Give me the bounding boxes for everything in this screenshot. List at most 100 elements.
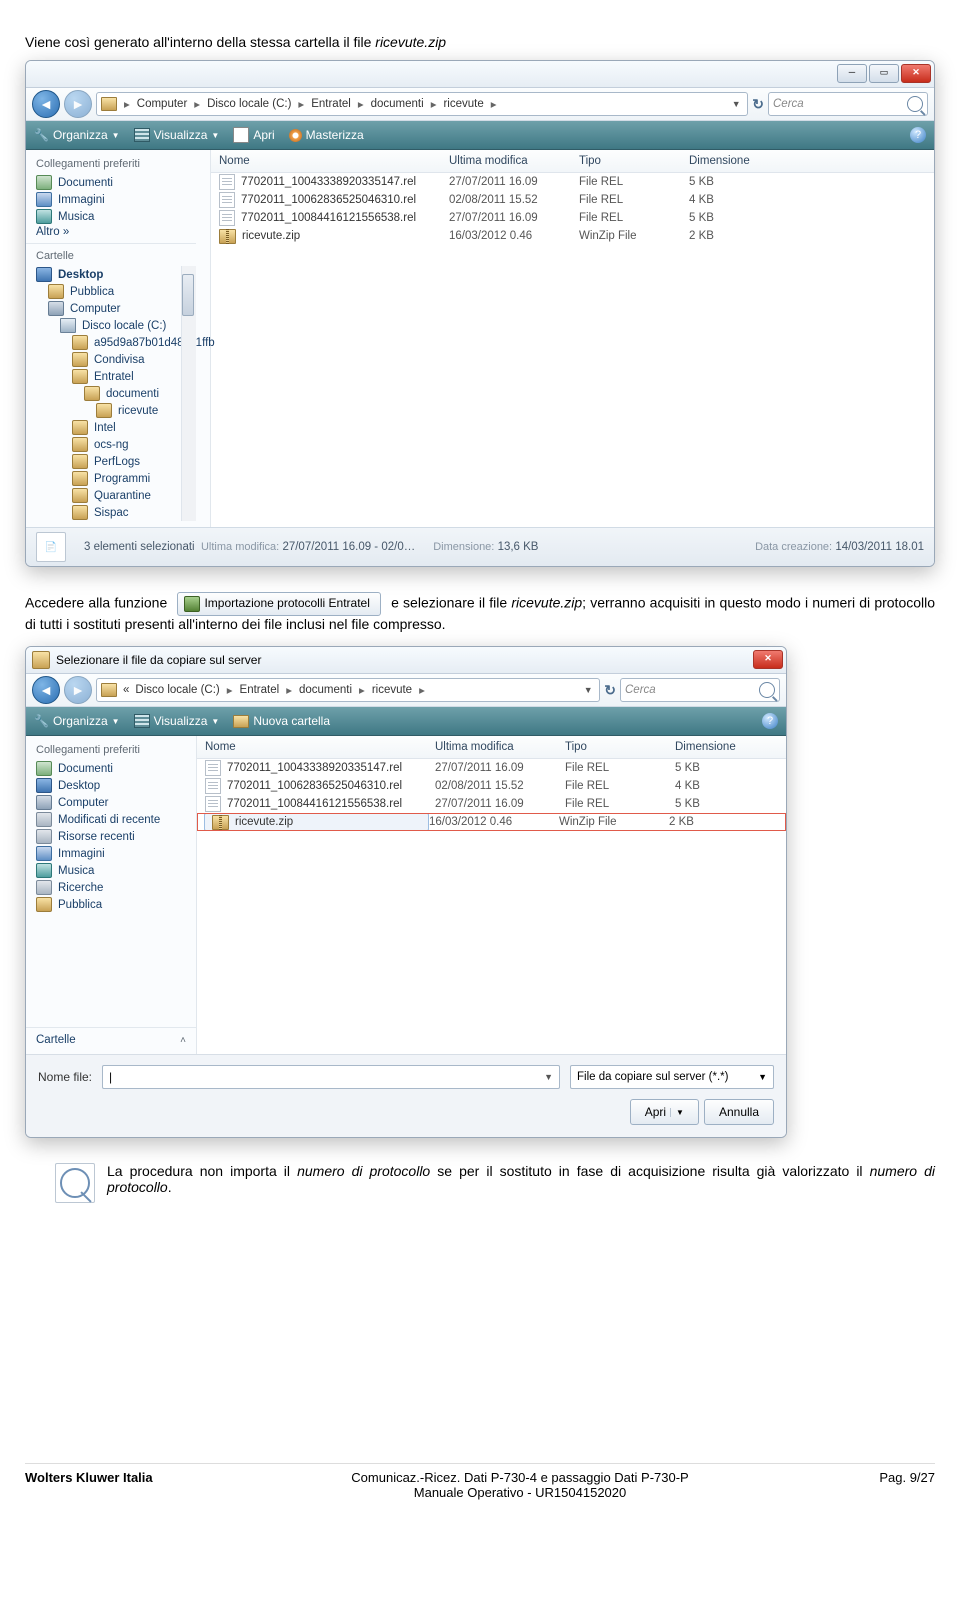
search-box[interactable]: Cerca	[768, 92, 928, 116]
search-placeholder: Cerca	[625, 684, 656, 696]
col-name[interactable]: Nome	[197, 741, 435, 753]
computer-icon	[36, 795, 52, 810]
organize-menu[interactable]: 🔧Organizza▼	[34, 714, 120, 728]
file-row[interactable]: 7702011_10062836525046310.rel02/08/2011 …	[211, 191, 934, 209]
crumb[interactable]: Entratel	[240, 684, 280, 696]
fav-music[interactable]: Musica	[26, 862, 196, 879]
col-type[interactable]: Tipo	[579, 155, 689, 167]
col-size[interactable]: Dimensione	[675, 741, 786, 753]
burn-button[interactable]: Masterizza	[289, 128, 364, 142]
crumb[interactable]: ricevute	[443, 98, 483, 110]
open-button[interactable]: Apri▼	[630, 1099, 699, 1125]
fav-images[interactable]: Immagini	[26, 845, 196, 862]
tree-folder[interactable]: documenti	[26, 385, 196, 402]
views-menu[interactable]: Visualizza▼	[134, 714, 220, 728]
file-row[interactable]: ricevute.zip16/03/2012 0.46WinZip File2 …	[211, 227, 934, 245]
fav-recent-mod[interactable]: Modificati di recente	[26, 811, 196, 828]
help-button[interactable]: ?	[762, 713, 778, 729]
refresh-button[interactable]: ↻	[752, 96, 764, 113]
open-button[interactable]: Apri	[233, 127, 274, 143]
crumb[interactable]: Entratel	[311, 98, 351, 110]
sidebar: Collegamenti preferiti Documenti Desktop…	[26, 736, 197, 1054]
tree-folder[interactable]: Quarantine	[26, 487, 196, 504]
tree-folder[interactable]: Programmi	[26, 470, 196, 487]
tree-folder[interactable]: a95d9a87b01d481c1ffb	[26, 334, 196, 351]
breadcrumb[interactable]: ▸ Computer▸ Disco locale (C:)▸ Entratel▸…	[96, 92, 748, 116]
organize-menu[interactable]: 🔧Organizza▼	[34, 128, 120, 142]
column-headers[interactable]: Nome Ultima modifica Tipo Dimensione	[211, 150, 934, 173]
filetype-select[interactable]: File da copiare sul server (*.*)▼	[570, 1065, 774, 1089]
crumb[interactable]: ricevute	[372, 684, 412, 696]
fav-documents[interactable]: Documenti	[26, 174, 196, 191]
fav-search[interactable]: Ricerche	[26, 879, 196, 896]
sidebar-scrollbar[interactable]	[181, 266, 196, 521]
crumb[interactable]: Computer	[137, 98, 188, 110]
footer-page: Pag. 9/27	[815, 1470, 935, 1500]
recent-icon	[36, 812, 52, 827]
titlebar: ─ ▭ ✕	[26, 61, 934, 88]
folders-collapse[interactable]: Cartelle˄	[26, 1032, 196, 1048]
views-menu[interactable]: Visualizza▼	[134, 128, 220, 142]
file-row[interactable]: 7702011_10062836525046310.rel02/08/2011 …	[197, 777, 786, 795]
tree-computer[interactable]: Computer	[26, 300, 196, 317]
col-date[interactable]: Ultima modifica	[435, 741, 565, 753]
tree-folder[interactable]: ocs-ng	[26, 436, 196, 453]
close-button[interactable]: ✕	[901, 64, 931, 83]
tree-folder[interactable]: Sispac	[26, 504, 196, 521]
crumb[interactable]: Disco locale (C:)	[207, 98, 291, 110]
tree-folder[interactable]: ricevute	[26, 402, 196, 419]
refresh-button[interactable]: ↻	[604, 682, 616, 699]
tree-folder[interactable]: Entratel	[26, 368, 196, 385]
fav-recent-res[interactable]: Risorse recenti	[26, 828, 196, 845]
tree-desktop[interactable]: Desktop	[26, 266, 196, 283]
back-button[interactable]: ◄	[32, 676, 60, 704]
filename-label: Nome file:	[38, 1070, 92, 1084]
images-icon	[36, 846, 52, 861]
col-date[interactable]: Ultima modifica	[449, 155, 579, 167]
forward-button[interactable]: ►	[64, 676, 92, 704]
note: La procedura non importa il numero di pr…	[55, 1163, 935, 1203]
recent-icon	[36, 829, 52, 844]
views-icon	[134, 714, 150, 728]
cancel-button[interactable]: Annulla	[704, 1099, 774, 1125]
fav-images[interactable]: Immagini	[26, 191, 196, 208]
tree-folder[interactable]: Condivisa	[26, 351, 196, 368]
file-row[interactable]: 7702011_10043338920335147.rel27/07/2011 …	[197, 759, 786, 777]
file-row[interactable]: 7702011_10084416121556538.rel27/07/2011 …	[197, 795, 786, 813]
tree-disk[interactable]: Disco locale (C:)	[26, 317, 196, 334]
col-name[interactable]: Nome	[211, 155, 449, 167]
navbar: ◄ ► ▸ Computer▸ Disco locale (C:)▸ Entra…	[26, 88, 934, 121]
column-headers[interactable]: Nome Ultima modifica Tipo Dimensione	[197, 736, 786, 759]
fav-music[interactable]: Musica	[26, 208, 196, 225]
import-protocols-button[interactable]: Importazione protocolli Entratel	[177, 592, 380, 616]
file-row[interactable]: ricevute.zip16/03/2012 0.46WinZip File2 …	[197, 813, 786, 831]
filename-input[interactable]: |▼	[102, 1065, 560, 1089]
new-folder-button[interactable]: Nuova cartella	[233, 714, 330, 728]
back-button[interactable]: ◄	[32, 90, 60, 118]
file-row[interactable]: 7702011_10043338920335147.rel27/07/2011 …	[211, 173, 934, 191]
close-button[interactable]: ✕	[753, 650, 783, 669]
col-size[interactable]: Dimensione	[689, 155, 934, 167]
search-box[interactable]: Cerca	[620, 678, 780, 702]
crumb[interactable]: Disco locale (C:)	[135, 684, 219, 696]
breadcrumb[interactable]: « Disco locale (C:)▸ Entratel▸ documenti…	[96, 678, 600, 702]
selection-icon: 📄	[36, 532, 66, 562]
crumb[interactable]: documenti	[299, 684, 352, 696]
forward-button[interactable]: ►	[64, 90, 92, 118]
minimize-button[interactable]: ─	[837, 64, 867, 83]
music-icon	[36, 209, 52, 224]
help-button[interactable]: ?	[910, 127, 926, 143]
tree-folder[interactable]: PerfLogs	[26, 453, 196, 470]
crumb[interactable]: documenti	[371, 98, 424, 110]
fav-public[interactable]: Pubblica	[26, 896, 196, 913]
fav-desktop[interactable]: Desktop	[26, 777, 196, 794]
tree-folder[interactable]: Intel	[26, 419, 196, 436]
fav-documents[interactable]: Documenti	[26, 760, 196, 777]
file-row[interactable]: 7702011_10084416121556538.rel27/07/2011 …	[211, 209, 934, 227]
tree-pubblica[interactable]: Pubblica	[26, 283, 196, 300]
fav-more[interactable]: Altro »	[26, 225, 196, 239]
maximize-button[interactable]: ▭	[869, 64, 899, 83]
fav-computer[interactable]: Computer	[26, 794, 196, 811]
col-type[interactable]: Tipo	[565, 741, 675, 753]
file-pane: Nome Ultima modifica Tipo Dimensione 770…	[211, 150, 934, 527]
